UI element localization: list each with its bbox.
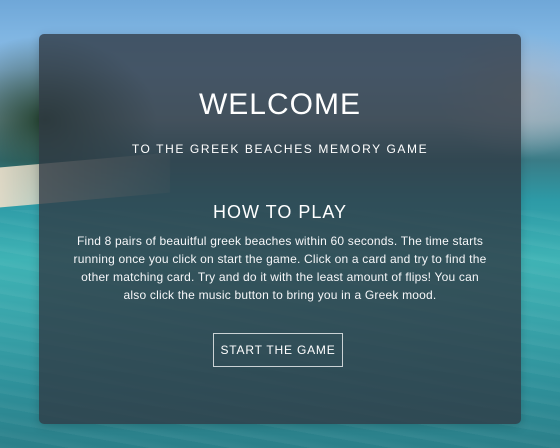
start-game-button[interactable]: START THE GAME [213,333,343,367]
welcome-subtitle: TO THE GREEK BEACHES MEMORY GAME [131,142,429,156]
welcome-title: WELCOME [198,88,361,121]
how-to-play-title: HOW TO PLAY [212,202,348,222]
how-to-play-text: Find 8 pairs of beauitful greek beaches … [73,234,487,302]
welcome-overlay-card: WELCOME TO THE GREEK BEACHES MEMORY GAME… [39,34,521,424]
